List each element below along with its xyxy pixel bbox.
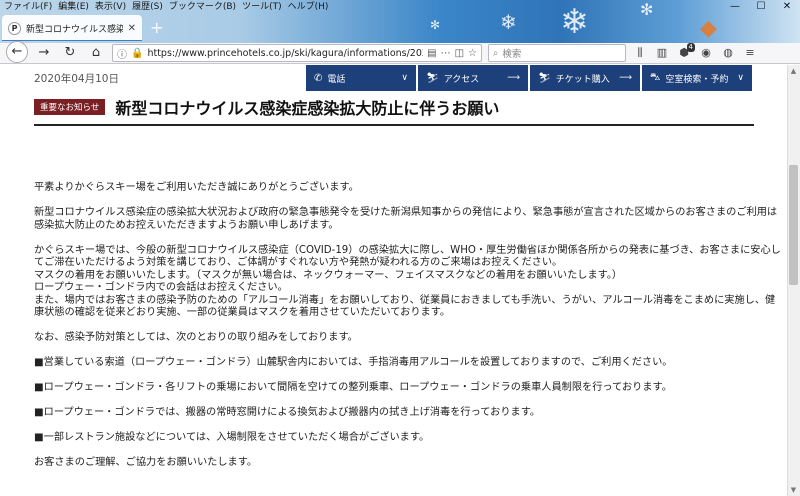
reload-button[interactable]: ↻ <box>60 44 80 62</box>
paragraph-alcohol-disinfection: また、場内ではお客さまの感染予防のための「アルコール消毒」をお願いしており、従業… <box>34 294 776 319</box>
extension-badge: 4 <box>686 43 695 52</box>
chevron-down-icon: ∨ <box>401 73 408 83</box>
addon-icon[interactable]: ◉ <box>698 45 714 61</box>
search-placeholder: 検索 <box>502 49 522 60</box>
address-bar[interactable]: ⓘ 🔒 https://www.princehotels.co.jp/ski/k… <box>112 44 482 62</box>
menu-view[interactable]: 表示(V) <box>95 0 126 14</box>
snowflake-decoration-icon: ❄ <box>500 10 517 34</box>
chevron-down-icon: ∨ <box>737 73 744 83</box>
snowflake-decoration-icon: ✻ <box>430 18 441 32</box>
list-item: ■ロープウェー・ゴンドラ・各リフトの乗場において間隔を空けての整列乗車、ロープウ… <box>34 382 672 393</box>
arrow-right-icon: ⟶ <box>507 73 520 83</box>
lock-icon: 🔒 <box>131 47 144 59</box>
active-tab[interactable]: P 新型コロナウイルス感染症感染 ✕ <box>2 15 142 41</box>
tab-close-icon[interactable]: ✕ <box>128 23 136 34</box>
list-item: ■営業している索道（ロープウェー・ゴンドラ）山麓駅舎内においては、手指消毒用アル… <box>34 357 673 368</box>
menu-history[interactable]: 履歴(S) <box>132 0 163 14</box>
paragraph-mask-request: マスクの着用をお願いいたします。（マスクが無い場合は、ネックウォーマー、フェイス… <box>34 269 623 281</box>
scroll-down-icon[interactable]: ▼ <box>789 486 798 494</box>
fox-decoration-icon: ◆ <box>700 16 717 41</box>
search-icon: ⌕ <box>493 47 499 59</box>
article-body: 平素よりかぐらスキー場をご利用いただき誠にありがとうございます。 新型コロナウイ… <box>34 182 782 482</box>
menu-tools[interactable]: ツール(T) <box>242 0 282 14</box>
snowflake-decoration-icon: ✻ <box>640 0 654 19</box>
arrow-left-icon: ← <box>11 44 23 59</box>
post-date: 2020年04月10日 <box>34 73 119 85</box>
scrollbar-thumb[interactable] <box>789 165 798 285</box>
menu-hamburger-icon[interactable]: ≡ <box>742 45 758 61</box>
prince-hotels-favicon-icon: P <box>8 21 21 35</box>
skier-icon: ⛷ <box>426 72 439 84</box>
bed-icon: ⛍ <box>650 71 661 83</box>
search-bar[interactable]: ⌕ 検索 <box>488 44 626 62</box>
page-viewport: 2020年04月10日 ✆ 電話 ∨ ⛷ アクセス ⟶ ⛷ チケット購入 ⟶ ⛍ 空室検… <box>0 65 787 496</box>
scroll-up-icon[interactable]: ▲ <box>789 67 798 75</box>
paragraph-greeting: 平素よりかぐらスキー場をご利用いただき誠にありがとうございます。 <box>34 182 359 193</box>
nav-phone[interactable]: ✆ 電話 ∨ <box>306 65 416 91</box>
paragraph-no-talking: ロープウェー・ゴンドラ内での会話はお控えください。 <box>34 282 288 293</box>
phone-icon: ✆ <box>314 72 323 84</box>
nav-reservation-label: 空室検索・予約 <box>665 74 729 85</box>
menu-bar: ファイル(F) 編集(E) 表示(V) 履歴(S) ブックマーク(B) ツール(… <box>0 0 328 14</box>
paragraph-emergency-request: 新型コロナウイルス感染症の感染拡大状況および政府の緊急事態発令を受けた新潟県知事… <box>34 207 778 231</box>
library-icon[interactable]: ⫼ <box>632 45 648 61</box>
reload-icon: ↻ <box>64 45 76 60</box>
minimize-button[interactable]: — <box>722 0 748 14</box>
arrow-right-icon: → <box>38 45 50 60</box>
list-item: ■ロープウェー・ゴンドラでは、搬器の常時窓開けによる換気および搬器内の拭き上げ消… <box>34 407 541 418</box>
nav-ticket-label: チケット購入 <box>555 74 610 85</box>
nav-reservation[interactable]: ⛍ 空室検索・予約 ∨ <box>642 65 752 91</box>
list-item: ■一部レストラン施設などについては、入場制限をさせていただく場合がございます。 <box>34 432 430 443</box>
site-info-icon[interactable]: ⓘ <box>117 46 127 61</box>
home-button[interactable]: ⌂ <box>86 44 106 62</box>
nav-ticket[interactable]: ⛷ チケット購入 ⟶ <box>530 65 640 91</box>
sidebar-icon[interactable]: ▥ <box>654 45 670 61</box>
browser-titlebar: ❄ ❄ ✻ ✻ ◆ ファイル(F) 編集(E) 表示(V) 履歴(S) ブックマ… <box>0 0 800 43</box>
nav-phone-label: 電話 <box>327 74 346 85</box>
nav-access-label: アクセス <box>443 74 480 85</box>
arrow-right-icon: ⟶ <box>619 73 632 83</box>
reader-view-icon[interactable]: ▤ <box>427 48 436 59</box>
menu-file[interactable]: ファイル(F) <box>4 0 52 14</box>
menu-edit[interactable]: 編集(E) <box>58 0 89 14</box>
bookmark-star-icon[interactable]: ☆ <box>468 48 477 59</box>
window-controls: — ☐ ✕ <box>722 0 800 14</box>
site-navigation: ✆ 電話 ∨ ⛷ アクセス ⟶ ⛷ チケット購入 ⟶ ⛍ 空室検索・予約 ∨ <box>306 65 752 91</box>
title-row: 重要なお知らせ 新型コロナウイルス感染症感染拡大防止に伴うお願い <box>34 95 499 119</box>
paragraph-prevention-intro: なお、感染予防対策としては、次のとおりの取り組みをしております。 <box>34 332 358 343</box>
page-title: 新型コロナウイルス感染症感染拡大防止に伴うお願い <box>115 99 500 118</box>
page-actions-icon[interactable]: ⋯ <box>441 48 451 59</box>
snowflake-decoration-icon: ❄ <box>560 2 589 42</box>
home-icon: ⌂ <box>91 45 101 60</box>
extension-icon[interactable]: ⬢ 4 <box>676 43 695 61</box>
menu-bookmarks[interactable]: ブックマーク(B) <box>169 0 236 14</box>
menu-help[interactable]: ヘルプ(H) <box>288 0 329 14</box>
maximize-button[interactable]: ☐ <box>748 0 774 14</box>
url-text[interactable]: https://www.princehotels.co.jp/ski/kagur… <box>147 48 423 59</box>
forward-button[interactable]: → <box>34 44 54 62</box>
important-notice-tag: 重要なお知らせ <box>34 99 106 115</box>
account-icon[interactable]: ◍ <box>720 45 736 61</box>
title-divider <box>34 124 754 126</box>
nav-access[interactable]: ⛷ アクセス ⟶ <box>418 65 528 91</box>
back-button[interactable]: ← <box>6 41 28 63</box>
close-window-button[interactable]: ✕ <box>774 0 800 14</box>
new-tab-button[interactable]: + <box>150 18 163 38</box>
navigation-toolbar: ← → ↻ ⌂ ⓘ 🔒 https://www.princehotels.co.… <box>0 41 800 64</box>
skier-icon: ⛷ <box>538 72 551 84</box>
vertical-scrollbar[interactable]: ▲ ▼ <box>787 65 800 496</box>
paragraph-closing: お客さまのご理解、ご協力をお願いいたします。 <box>34 457 258 468</box>
tab-title: 新型コロナウイルス感染症感染 <box>26 24 123 35</box>
pocket-icon[interactable]: ◫ <box>455 48 464 59</box>
paragraph-measures: かぐらスキー場では、今般の新型コロナウイルス感染症（COVID-19）の感染拡大… <box>34 244 781 269</box>
